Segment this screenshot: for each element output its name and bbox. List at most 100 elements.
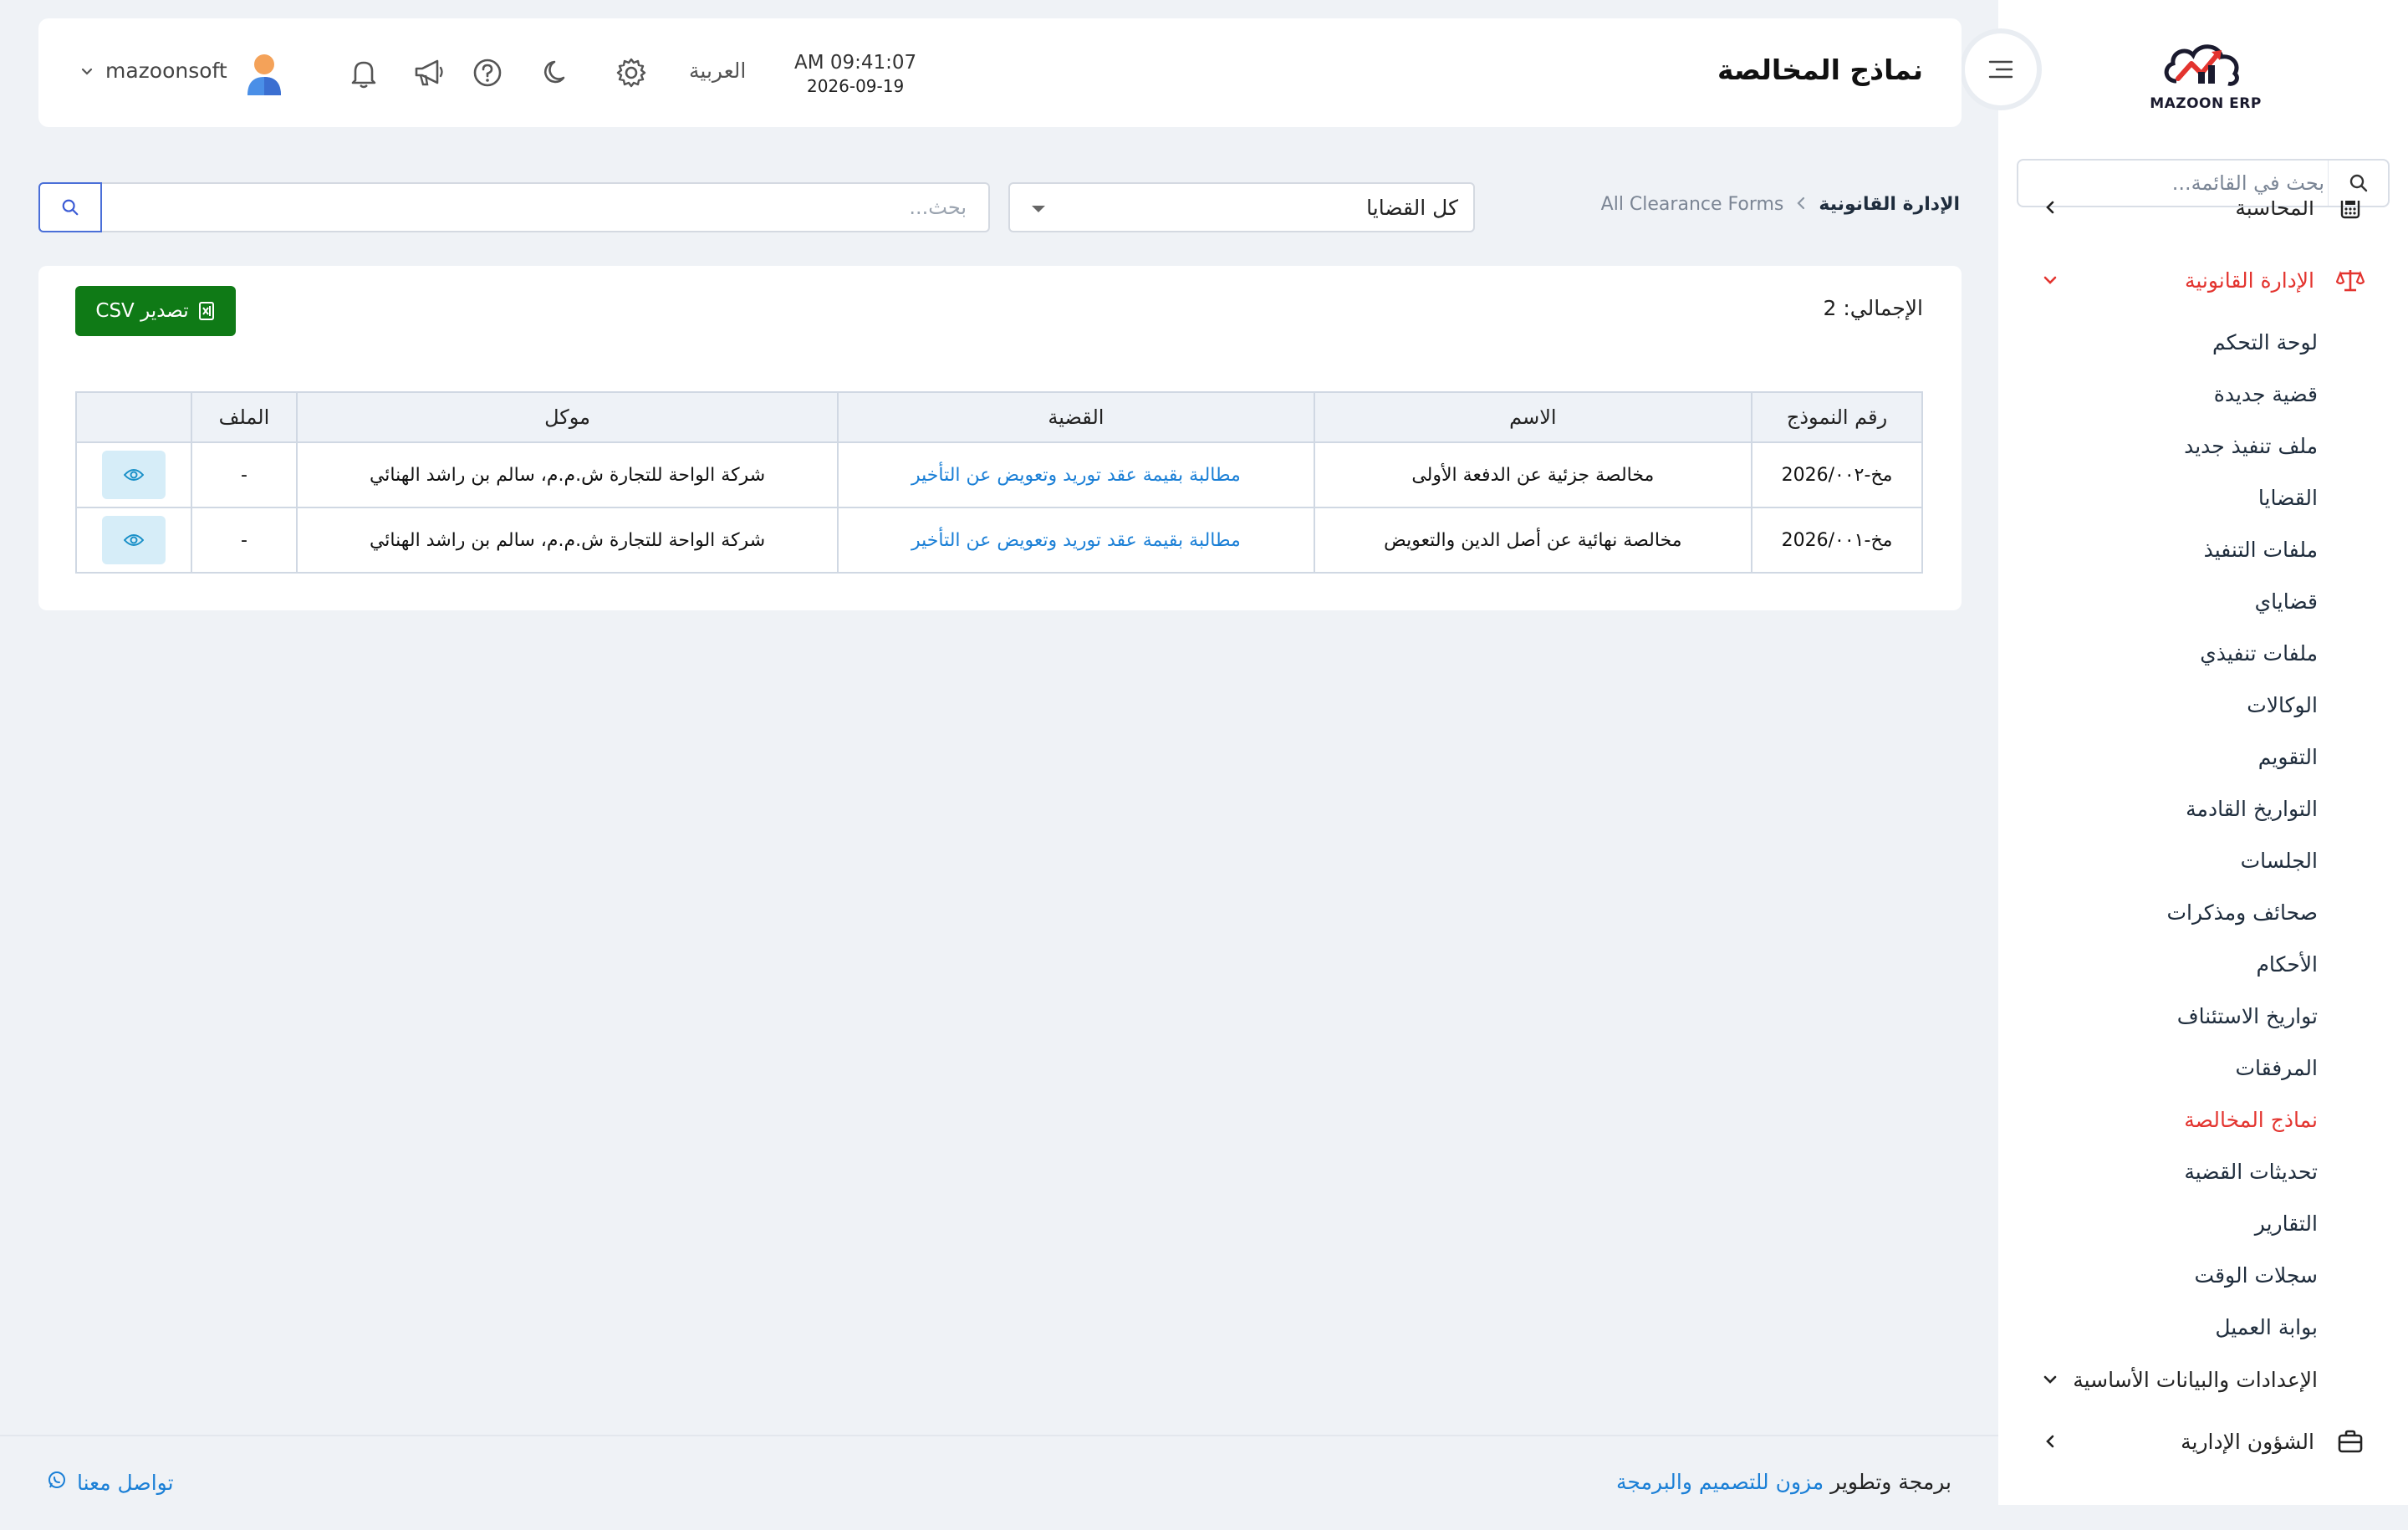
top-bar: نماذج المخالصة AM 09:41:07 2026-09-19 ال…: [38, 18, 1962, 127]
export-csv-label: تصدير CSV: [95, 300, 189, 322]
footer-divider: [0, 1435, 1998, 1436]
table-header-row: رقم النموذج الاسم القضية موكل الملف: [75, 391, 1923, 443]
eye-icon: [123, 469, 144, 481]
sidebar-group-admin[interactable]: الشؤون الإدارية: [1998, 1406, 2408, 1476]
clock-date: 2026-09-19: [806, 76, 905, 96]
sidebar-item-powers-of-attorney[interactable]: الوكالات: [1998, 679, 2408, 731]
main-search: [38, 182, 990, 232]
cell-client: شركة الواحة للتجارة ش.م.م، سالم بن راشد …: [295, 441, 839, 508]
username: mazoonsoft: [105, 59, 227, 83]
sidebar-group-label: الإدارة القانونية: [2184, 268, 2314, 293]
sidebar-item-judgments[interactable]: الأحكام: [1998, 938, 2408, 990]
column-header-client[interactable]: موكل: [295, 391, 839, 443]
view-button[interactable]: [101, 451, 166, 499]
sidebar-item-cases[interactable]: القضايا: [1998, 472, 2408, 523]
sidebar-item-my-cases[interactable]: قضاياي: [1998, 575, 2408, 627]
briefcase-icon: [2336, 1427, 2365, 1456]
sidebar-item-new-execution-file[interactable]: ملف تنفيذ جديد: [1998, 420, 2408, 472]
sidebar-group-label: المحاسبة: [2235, 201, 2314, 220]
breadcrumb-root[interactable]: الإدارة القانونية: [1819, 194, 1960, 215]
sidebar-item-appeal-dates[interactable]: تواريخ الاستئناف: [1998, 990, 2408, 1042]
sidebar-legal-items: لوحة التحكم قضية جديدة ملف تنفيذ جديد ال…: [1998, 316, 2408, 1353]
case-filter-select[interactable]: كل القضايا: [1008, 182, 1475, 232]
gear-icon[interactable]: [612, 54, 650, 92]
sidebar-item-reports[interactable]: التقارير: [1998, 1197, 2408, 1249]
cell-number: مخ-2026/٠٠١: [1751, 507, 1923, 574]
avatar[interactable]: [244, 52, 284, 95]
sidebar-item-client-portal[interactable]: بوابة العميل: [1998, 1301, 2408, 1353]
menu-icon: [1988, 60, 2013, 79]
sidebar-nav: المحاسبة الإدارة القانونية لوحة التحكم ق…: [1998, 201, 2408, 1476]
sidebar-group-legal[interactable]: الإدارة القانونية: [1998, 244, 2408, 316]
sidebar-item-upcoming-dates[interactable]: التواريخ القادمة: [1998, 783, 2408, 834]
footer-brand-link[interactable]: مزون للتصميم والبرمجة: [1616, 1470, 1824, 1494]
case-link[interactable]: مطالبة بقيمة عقد توريد وتعويض عن التأخير: [911, 530, 1241, 551]
cell-file: -: [190, 507, 298, 574]
cell-file: -: [190, 441, 298, 508]
sidebar-item-sessions[interactable]: الجلسات: [1998, 834, 2408, 886]
page-title: نماذج المخالصة: [1717, 54, 1923, 86]
bell-icon[interactable]: [344, 54, 383, 92]
cell-name: مخالصة جزئية عن الدفعة الأولى: [1313, 441, 1753, 508]
sidebar-item-pleadings[interactable]: صحائف ومذكرات: [1998, 886, 2408, 938]
sidebar-item-case-updates[interactable]: تحديثات القضية: [1998, 1145, 2408, 1197]
sidebar-search-input[interactable]: [2018, 161, 2328, 206]
sidebar-item-clearance-forms[interactable]: نماذج المخالصة: [1998, 1094, 2408, 1145]
sidebar-item-dashboard[interactable]: لوحة التحكم: [1998, 316, 2408, 368]
cell-number: مخ-2026/٠٠٢: [1751, 441, 1923, 508]
search-input[interactable]: [102, 182, 990, 232]
sidebar-item-attachments[interactable]: المرفقات: [1998, 1042, 2408, 1094]
moon-icon[interactable]: [537, 54, 575, 92]
chevron-down-icon: [2040, 270, 2060, 290]
breadcrumb: الإدارة القانونية All Clearance Forms: [1601, 194, 1960, 215]
sidebar-item-time-logs[interactable]: سجلات الوقت: [1998, 1249, 2408, 1301]
clock: AM 09:41:07 2026-09-19: [794, 52, 917, 96]
megaphone-icon[interactable]: [410, 54, 448, 92]
sidebar-item-new-case[interactable]: قضية جديدة: [1998, 368, 2408, 420]
chevron-down-icon: [80, 59, 94, 83]
column-header-number[interactable]: رقم النموذج: [1751, 391, 1923, 443]
eye-icon: [123, 534, 144, 546]
sidebar-item-my-execution-files[interactable]: ملفات تنفيذي: [1998, 627, 2408, 679]
search-icon[interactable]: [2328, 161, 2388, 206]
column-header-file[interactable]: الملف: [190, 391, 298, 443]
user-menu[interactable]: mazoonsoft: [80, 59, 227, 83]
case-link[interactable]: مطالبة بقيمة عقد توريد وتعويض عن التأخير: [911, 465, 1241, 486]
caret-down-icon: [1030, 196, 1047, 219]
logo-text: MAZOON ERP: [2150, 95, 2262, 112]
table-row: مخ-2026/٠٠٢ مخالصة جزئية عن الدفعة الأول…: [75, 441, 1923, 508]
column-header-name[interactable]: الاسم: [1313, 391, 1753, 443]
sidebar-group-label: الشؤون الإدارية: [2181, 1429, 2314, 1454]
chevron-left-icon: [1795, 194, 1807, 215]
sidebar-item-calendar[interactable]: التقويم: [1998, 731, 2408, 783]
table-row: مخ-2026/٠٠١ مخالصة نهائية عن أصل الدين و…: [75, 507, 1923, 574]
chevron-down-icon: [2040, 1369, 2060, 1390]
view-button[interactable]: [101, 516, 166, 564]
brand-logo[interactable]: MAZOON ERP: [2147, 35, 2264, 119]
search-button[interactable]: [38, 182, 102, 232]
cell-name: مخالصة نهائية عن أصل الدين والتعويض: [1313, 507, 1753, 574]
total-count: الإجمالي: 2: [1823, 296, 1923, 320]
logo-mark: [2164, 44, 2239, 86]
cell-case: مطالبة بقيمة عقد توريد وتعويض عن التأخير: [837, 441, 1315, 508]
column-header-case[interactable]: القضية: [837, 391, 1315, 443]
cell-case: مطالبة بقيمة عقد توريد وتعويض عن التأخير: [837, 507, 1315, 574]
sidebar-group-accounting-partial[interactable]: المحاسبة: [1998, 201, 2408, 244]
whatsapp-icon: [47, 1470, 67, 1495]
cell-actions: [75, 507, 192, 574]
help-icon[interactable]: [468, 54, 507, 92]
sidebar-group-settings[interactable]: الإعدادات والبيانات الأساسية: [1998, 1353, 2408, 1406]
footer-credit: برمجة وتطوير مزون للتصميم والبرمجة: [1616, 1470, 1951, 1494]
file-excel-icon: [198, 302, 214, 320]
contact-link[interactable]: تواصل معنا: [47, 1470, 174, 1495]
case-filter-value: كل القضايا: [1366, 195, 1458, 220]
export-csv-button[interactable]: تصدير CSV: [75, 286, 236, 336]
cell-client: شركة الواحة للتجارة ش.م.م، سالم بن راشد …: [295, 507, 839, 574]
language-switch[interactable]: العربية: [689, 59, 746, 83]
clock-time: AM 09:41:07: [794, 52, 917, 74]
sidebar-item-execution-files[interactable]: ملفات التنفيذ: [1998, 523, 2408, 575]
footer-credit-prefix: برمجة وتطوير: [1830, 1470, 1951, 1494]
sidebar-toggle-button[interactable]: [1965, 33, 2037, 105]
chevron-left-icon: [2040, 201, 2060, 217]
breadcrumb-current: All Clearance Forms: [1600, 194, 1784, 215]
